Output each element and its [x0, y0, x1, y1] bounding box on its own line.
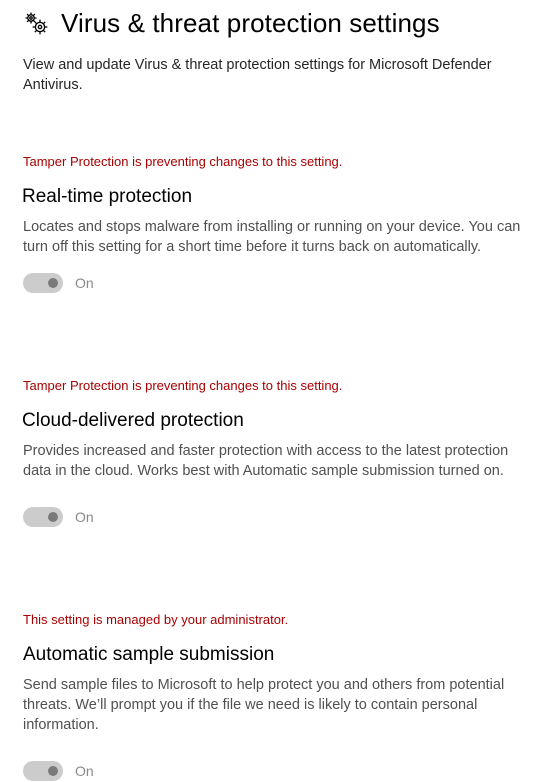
- toggle-state-label: On: [75, 509, 94, 525]
- toggle-knob: [48, 278, 58, 288]
- tamper-warning: Tamper Protection is preventing changes …: [23, 154, 343, 169]
- admin-managed-warning: This setting is managed by your administ…: [23, 612, 289, 627]
- page-header: Virus & threat protection settings: [23, 8, 440, 39]
- section-cloud-delivered-protection: Tamper Protection is preventing changes …: [22, 377, 523, 527]
- toggle-row: On: [23, 507, 523, 527]
- real-time-protection-toggle[interactable]: [23, 273, 63, 293]
- tamper-warning: Tamper Protection is preventing changes …: [23, 378, 343, 393]
- automatic-sample-submission-toggle[interactable]: [23, 761, 63, 781]
- gear-cogs-icon: [25, 12, 48, 34]
- page-description: View and update Virus & threat protectio…: [23, 57, 492, 93]
- section-description: Locates and stops malware from installin…: [23, 219, 521, 255]
- toggle-knob: [48, 766, 58, 776]
- section-title: Cloud-delivered protection: [22, 410, 244, 431]
- section-title: Automatic sample submission: [23, 644, 275, 665]
- page-title: Virus & threat protection settings: [61, 8, 440, 38]
- cloud-delivered-protection-toggle[interactable]: [23, 507, 63, 527]
- section-description: Send sample files to Microsoft to help p…: [23, 677, 505, 733]
- toggle-row: On: [23, 761, 523, 781]
- toggle-row: On: [23, 273, 523, 293]
- section-title: Real-time protection: [22, 186, 193, 207]
- toggle-knob: [48, 512, 58, 522]
- toggle-state-label: On: [75, 763, 94, 779]
- toggle-state-label: On: [75, 275, 94, 291]
- section-real-time-protection: Tamper Protection is preventing changes …: [22, 153, 523, 293]
- section-automatic-sample-submission: This setting is managed by your administ…: [23, 611, 523, 781]
- section-description: Provides increased and faster protection…: [23, 443, 509, 479]
